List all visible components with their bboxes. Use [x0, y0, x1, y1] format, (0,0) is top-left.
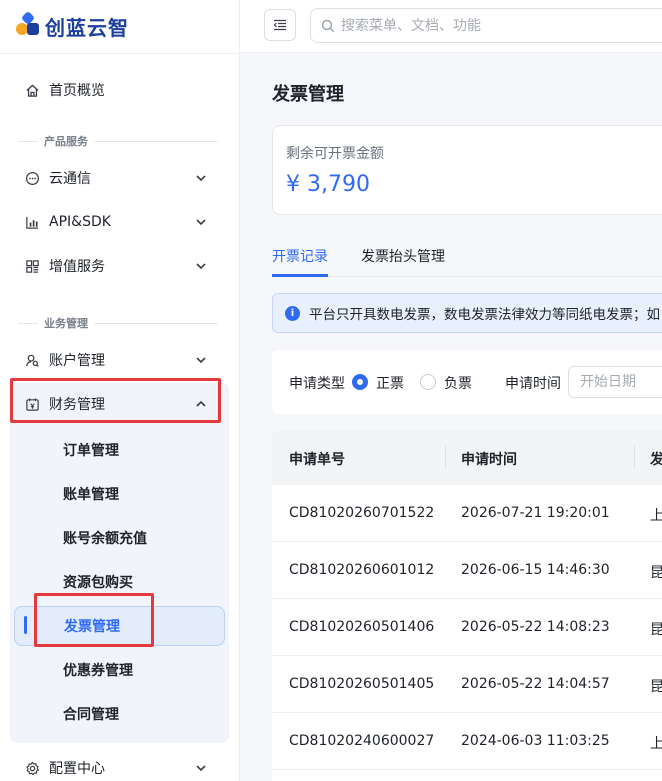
header-divider — [634, 446, 635, 468]
chevron-down-icon — [196, 765, 206, 772]
search-input[interactable] — [341, 17, 641, 34]
search-box[interactable] — [310, 8, 662, 43]
sidebar-item-api-sdk[interactable]: API&SDK — [24, 202, 220, 242]
invoice-table: 申请单号 申请时间 发 CD81020260701522 2026-07-21 … — [272, 430, 662, 781]
cell-col3: 昆 — [650, 622, 662, 638]
home-icon — [24, 82, 40, 98]
logo[interactable]: 创蓝云智 — [14, 10, 129, 42]
sidebar-item-label: 账户管理 — [49, 353, 105, 369]
sidebar-subitem-orders[interactable]: 订单管理 — [14, 430, 225, 470]
sidebar-item-label: 配置中心 — [49, 761, 105, 777]
search-icon — [321, 19, 335, 32]
cell-order-id: CD81020260701522 — [289, 505, 435, 521]
sidebar-item-value-added[interactable]: 增值服务 — [24, 246, 220, 286]
cell-apply-time: 2026-07-21 19:20:01 — [461, 505, 610, 521]
tab-invoice-records[interactable]: 开票记录 — [272, 246, 328, 266]
sidebar: 创蓝云智 首页概览 产品服务 云通信 API&SDK 增值服务 业务管理 账户管… — [0, 0, 240, 781]
sidebar-item-label: 增值服务 — [49, 259, 105, 275]
chevron-down-icon — [196, 175, 206, 182]
table-row[interactable]: CD81020260501405 2026-05-22 14:04:57 昆 — [272, 656, 662, 713]
tab-active-underline — [272, 274, 328, 277]
sidebar-subitem-recharge[interactable]: 账号余额充值 — [14, 518, 225, 558]
page-title: 发票管理 — [272, 84, 344, 105]
sidebar-item-label: 云通信 — [49, 171, 91, 187]
balance-value: ¥ 3,790 — [286, 172, 370, 197]
cell-order-id: CD81020240600027 — [289, 733, 435, 749]
tabs: 开票记录 发票抬头管理 — [272, 240, 662, 277]
header-apply-time: 申请时间 — [461, 452, 517, 468]
cell-apply-time: 2026-05-22 14:04:57 — [461, 676, 610, 692]
app-name: 创蓝云智 — [45, 15, 129, 40]
group-title-product: 产品服务 — [18, 133, 218, 149]
cell-col3: 上 — [650, 736, 662, 752]
sidebar-subitem-contracts[interactable]: 合同管理 — [14, 694, 225, 734]
table-header: 申请单号 申请时间 发 — [272, 430, 662, 485]
filter-type-label: 申请类型 — [289, 376, 345, 392]
sidebar-item-account[interactable]: 账户管理 — [24, 340, 220, 380]
table-row[interactable]: CD81020260501406 2026-05-22 14:08:23 昆 — [272, 599, 662, 656]
cell-order-id: CD81020260501406 — [289, 619, 435, 635]
cell-apply-time: 2026-06-15 14:46:30 — [461, 562, 610, 578]
table-row[interactable]: CD81020240600027 2024-06-03 11:03:25 上 — [272, 713, 662, 770]
collapse-sidebar-button[interactable] — [264, 9, 296, 41]
radio-negative-label[interactable]: 负票 — [444, 373, 472, 393]
grid-icon — [24, 258, 40, 274]
header-order-id: 申请单号 — [289, 452, 345, 468]
header-col3: 发 — [650, 452, 662, 468]
radio-normal-label[interactable]: 正票 — [376, 373, 404, 393]
topbar — [240, 0, 662, 53]
header-divider — [445, 446, 446, 468]
cell-apply-time: 2024-06-03 11:03:25 — [461, 733, 610, 749]
cell-apply-time: 2026-05-22 14:08:23 — [461, 619, 610, 635]
filter-bar: 申请类型 正票 负票 申请时间 — [272, 350, 662, 414]
sidebar-subitem-bills[interactable]: 账单管理 — [14, 474, 225, 514]
sidebar-item-label: API&SDK — [49, 214, 111, 230]
group-title-business: 业务管理 — [18, 315, 218, 331]
highlight-invoice — [34, 593, 154, 647]
sidebar-item-config[interactable]: 配置中心 — [24, 748, 220, 781]
sidebar-divider — [0, 53, 240, 54]
start-date-input[interactable] — [568, 366, 662, 398]
gear-icon — [24, 760, 40, 776]
sidebar-subitem-coupons[interactable]: 优惠券管理 — [14, 650, 225, 690]
bar-chart-icon — [24, 214, 40, 230]
radio-negative[interactable] — [420, 374, 436, 390]
chat-icon — [24, 170, 40, 186]
notice-text: 平台只开具数电发票，数电发票法律效力等同纸电发票；如 — [309, 307, 660, 323]
radio-normal[interactable] — [352, 374, 368, 390]
balance-label: 剩余可开票金额 — [286, 146, 384, 162]
info-icon: i — [285, 305, 300, 321]
sidebar-item-yuntongxin[interactable]: 云通信 — [24, 158, 220, 198]
sidebar-item-label: 首页概览 — [49, 83, 105, 99]
chevron-down-icon — [196, 219, 206, 226]
cell-order-id: CD81020260501405 — [289, 676, 435, 692]
table-row[interactable]: CD81020260701522 2026-07-21 19:20:01 上 — [272, 485, 662, 542]
chevron-down-icon — [196, 357, 206, 364]
menu-fold-icon — [273, 19, 286, 31]
user-search-icon — [24, 352, 40, 368]
notice-banner: i 平台只开具数电发票，数电发票法律效力等同纸电发票；如 — [272, 293, 662, 333]
cell-col3: 上 — [650, 508, 662, 524]
cell-col3: 昆 — [650, 565, 662, 581]
chevron-down-icon — [196, 263, 206, 270]
tab-invoice-title[interactable]: 发票抬头管理 — [361, 246, 445, 266]
active-indicator — [24, 616, 27, 634]
filter-time-label: 申请时间 — [505, 376, 561, 392]
cell-col3: 昆 — [650, 679, 662, 695]
balance-card: 剩余可开票金额 ¥ 3,790 — [272, 125, 662, 215]
logo-icon — [14, 10, 40, 39]
table-row[interactable]: CD81020260601012 2026-06-15 14:46:30 昆 — [272, 542, 662, 599]
cell-order-id: CD81020260601012 — [289, 562, 435, 578]
sidebar-item-home[interactable]: 首页概览 — [24, 70, 220, 110]
highlight-finance — [10, 378, 221, 423]
